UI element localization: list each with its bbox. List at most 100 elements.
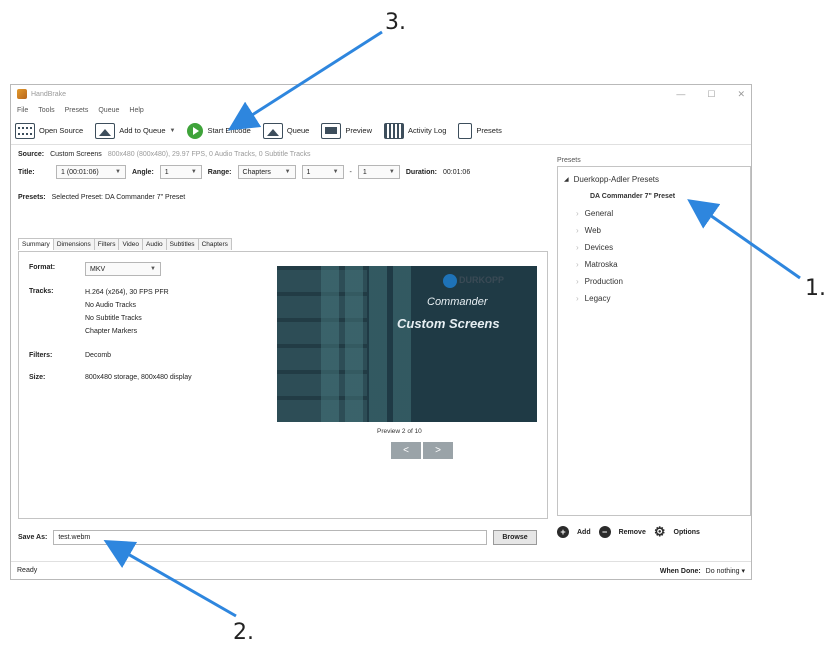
filters-value: Decomb (85, 352, 112, 359)
range-from-select[interactable]: 1 ▼ (301, 165, 344, 179)
size-value: 800x480 storage, 800x480 display (85, 374, 192, 381)
status-bar: Ready When Done: Do nothing ▾ (11, 561, 751, 579)
when-done: When Done: Do nothing ▾ (660, 567, 745, 575)
chevron-down-icon: ▼ (115, 169, 121, 175)
source-name: Custom Screens (50, 151, 102, 158)
track-video: H.264 (x264), 30 FPS PFR (85, 289, 169, 296)
tab-video[interactable]: Video (118, 238, 143, 250)
range-to-select[interactable]: 1 ▼ (357, 165, 400, 179)
start-encode-label: Start Encode (207, 126, 251, 135)
open-source-button[interactable]: Open Source (15, 122, 84, 139)
activity-log-label: Activity Log (408, 126, 447, 135)
add-to-queue-button[interactable]: Add to Queue ▼ (95, 122, 176, 139)
film-icon (15, 122, 35, 139)
title-select[interactable]: 1 (00:01:06) ▼ (56, 165, 126, 179)
preview-prev-button[interactable]: < (391, 442, 421, 459)
title-bar: HandBrake — ☐ ✕ (11, 85, 751, 103)
format-value: MKV (90, 265, 106, 273)
tab-summary[interactable]: Summary (18, 238, 54, 250)
menu-bar: File Tools Presets Queue Help (11, 103, 751, 117)
add-preset-button[interactable]: Add (577, 529, 591, 536)
presets-pane: Presets ◢ Duerkopp-Adler Presets DA Comm… (557, 157, 751, 540)
preset-group[interactable]: ◢ Duerkopp-Adler Presets (564, 171, 744, 188)
preview-next-button[interactable]: > (423, 442, 453, 459)
preset-category[interactable]: Production (564, 273, 744, 290)
minimize-icon[interactable]: — (676, 89, 685, 100)
tab-dimensions[interactable]: Dimensions (52, 238, 95, 250)
preset-selected[interactable]: DA Commander 7" Preset (564, 188, 744, 205)
start-encode-button[interactable]: Start Encode (187, 122, 251, 139)
gear-icon[interactable]: ⚙ (654, 524, 666, 540)
remove-icon[interactable]: − (598, 526, 611, 538)
preset-category[interactable]: General (564, 205, 744, 222)
when-done-select[interactable]: Do nothing ▾ (706, 568, 745, 575)
window-title: HandBrake (31, 90, 67, 98)
range-select[interactable]: Chapters ▼ (237, 165, 296, 179)
presets-row-label: Presets: (18, 194, 46, 201)
format-select[interactable]: MKV ▼ (85, 262, 161, 276)
range-label: Range: (207, 168, 232, 176)
tab-chapters[interactable]: Chapters (197, 238, 232, 250)
menu-presets[interactable]: Presets (65, 107, 89, 114)
duration-label: Duration: (405, 168, 437, 176)
chevron-down-icon: ▼ (284, 169, 291, 175)
range-value: Chapters (242, 168, 271, 176)
chevron-down-icon: ▼ (150, 266, 156, 272)
open-source-label: Open Source (39, 126, 84, 135)
preset-actions: + Add − Remove ⚙ Options (557, 524, 751, 540)
queue-button[interactable]: Queue (262, 122, 310, 139)
tab-audio[interactable]: Audio (142, 238, 167, 250)
presets-label: Presets (476, 126, 502, 135)
expand-icon[interactable]: ◢ (564, 176, 569, 183)
presets-icon (458, 122, 473, 139)
remove-preset-button[interactable]: Remove (619, 529, 646, 536)
chevron-down-icon: ▼ (190, 169, 197, 175)
menu-tools[interactable]: Tools (38, 107, 54, 114)
add-queue-icon (95, 122, 116, 139)
menu-file[interactable]: File (17, 107, 28, 114)
annotation-1: 1. (805, 276, 826, 301)
maximize-icon[interactable]: ☐ (707, 89, 715, 100)
filters-field: Filters: (29, 352, 81, 359)
presets-tree: ◢ Duerkopp-Adler Presets DA Commander 7"… (557, 166, 751, 516)
annotation-3: 3. (385, 10, 406, 35)
preview-image: DURKOPP Commander Custom Screens (277, 266, 537, 422)
format-field: Format: (29, 264, 81, 271)
play-icon (187, 122, 204, 139)
preset-category[interactable]: Web (564, 222, 744, 239)
preset-category[interactable]: Matroska (564, 256, 744, 273)
brand-logo-icon (443, 274, 457, 288)
presets-button[interactable]: Presets (458, 122, 502, 139)
range-separator: - (349, 168, 352, 176)
add-to-queue-label: Add to Queue (119, 126, 166, 135)
browse-button[interactable]: Browse (493, 530, 537, 545)
preview-label: Preview (345, 126, 373, 135)
when-done-label: When Done: (659, 567, 701, 575)
tab-filters[interactable]: Filters (93, 238, 120, 250)
preset-category[interactable]: Devices (564, 239, 744, 256)
source-label: Source: (18, 151, 45, 158)
tracks-label: Tracks: (29, 288, 54, 295)
track-audio: No Audio Tracks (85, 302, 136, 309)
menu-queue[interactable]: Queue (98, 107, 119, 114)
chevron-down-icon: ▼ (388, 169, 395, 175)
duration-value: 00:01:06 (442, 168, 471, 176)
add-icon[interactable]: + (557, 526, 569, 538)
menu-help[interactable]: Help (129, 107, 143, 114)
tab-subtitles[interactable]: Subtitles (165, 238, 199, 250)
angle-select[interactable]: 1 ▼ (159, 165, 202, 179)
title-value: 1 (00:01:06) (61, 168, 99, 176)
preset-options-button[interactable]: Options (674, 529, 700, 536)
annotation-2: 2. (233, 620, 254, 645)
activity-log-button[interactable]: Activity Log (384, 122, 447, 139)
angle-label: Angle: (132, 168, 154, 176)
save-as-input[interactable]: test.webm (53, 530, 488, 545)
close-icon[interactable]: ✕ (737, 89, 745, 100)
preset-category[interactable]: Legacy (564, 290, 744, 307)
range-from-value: 1 (306, 168, 311, 176)
preview-button[interactable]: Preview (321, 122, 373, 139)
chevron-down-icon[interactable]: ▼ (170, 128, 176, 134)
tab-bar: Summary Dimensions Filters Video Audio S… (18, 238, 232, 250)
activity-log-icon (384, 122, 405, 139)
queue-label: Queue (286, 126, 310, 135)
